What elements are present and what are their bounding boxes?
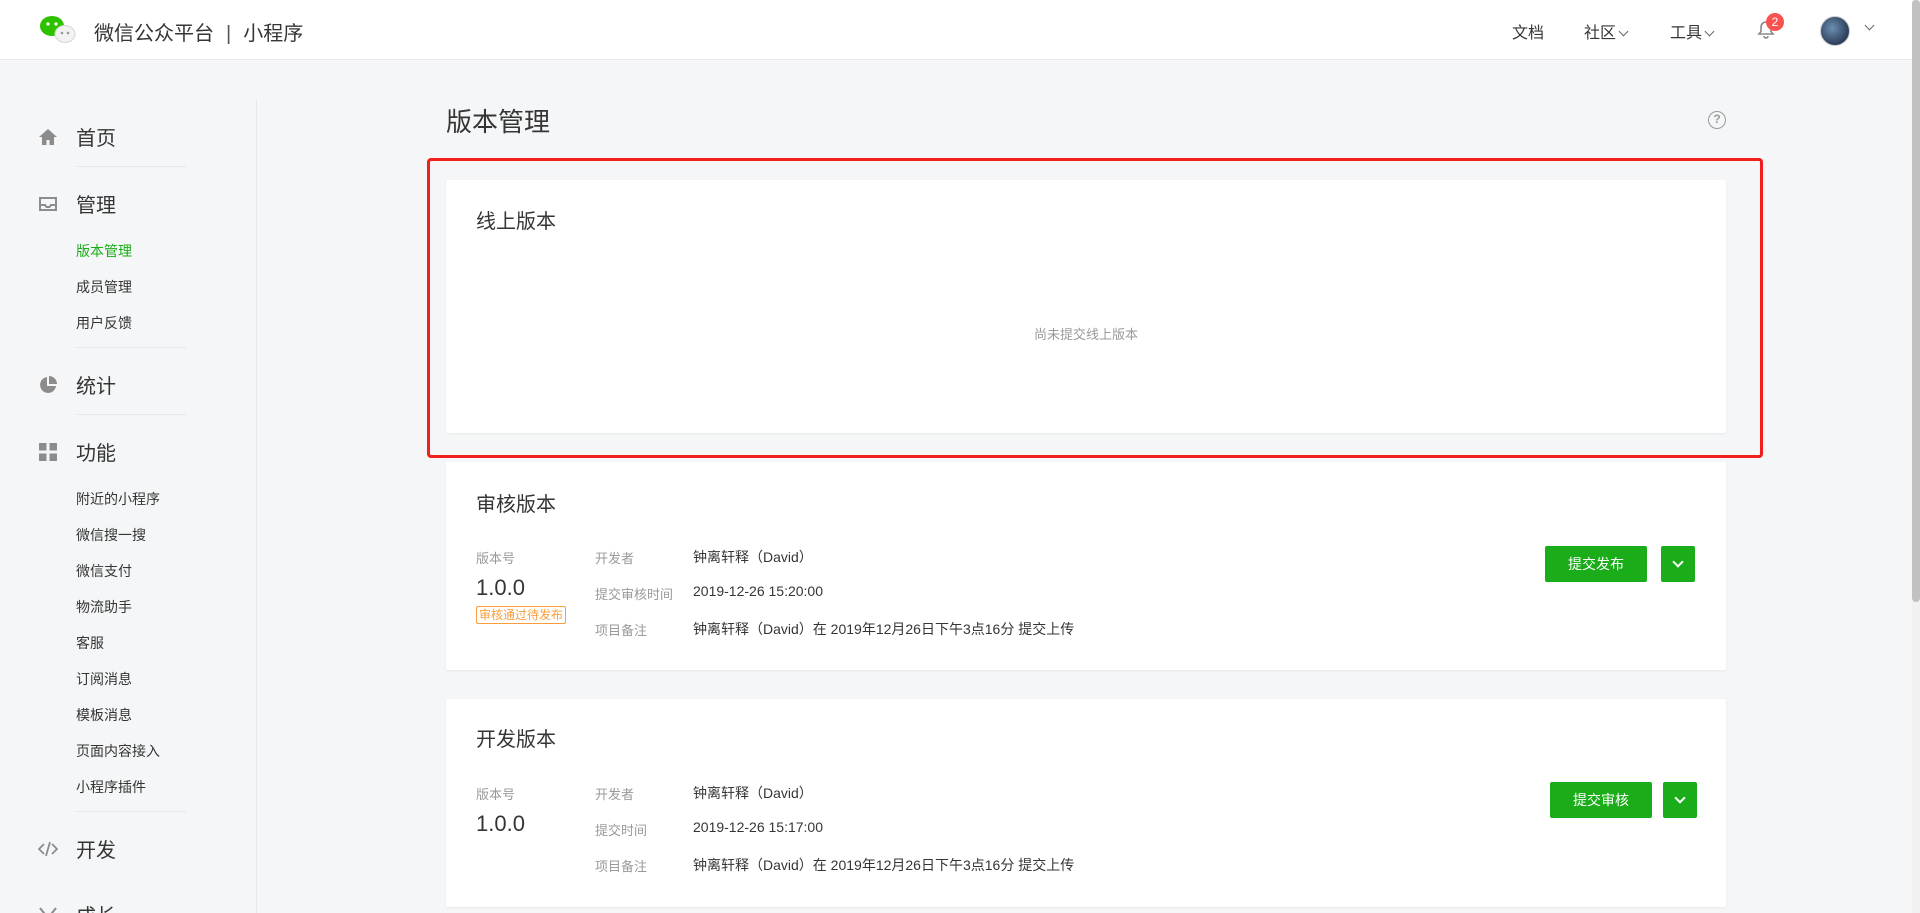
sidebar-divider: [76, 166, 186, 167]
grid-icon: [38, 442, 58, 462]
sidebar-item-user-feedback[interactable]: 用户反馈: [76, 313, 132, 333]
sidebar-item-stats[interactable]: 统计: [38, 370, 116, 399]
chevron-down-icon: [1618, 26, 1629, 37]
page-scrollbar[interactable]: [1912, 0, 1920, 913]
page-title: 版本管理: [446, 107, 551, 137]
empty-tip: 尚未提交线上版本: [1033, 327, 1138, 342]
inbox-icon: [38, 194, 58, 214]
sidebar-item-subscribe-msg[interactable]: 订阅消息: [76, 669, 132, 689]
sidebar-item-label: 首页: [76, 128, 116, 150]
nav-tools-label: 工具: [1670, 25, 1703, 42]
home-icon: [38, 127, 58, 147]
submit-review-button[interactable]: 提交审核: [1550, 782, 1652, 818]
more-actions-button[interactable]: [1661, 546, 1695, 582]
dev-version-card: 开发版本 版本号 1.0.0 开发者 钟离轩释（David） 提交时间 2019…: [446, 699, 1726, 907]
publish-button[interactable]: 提交发布: [1545, 546, 1647, 582]
submit-time-label: 提交审核时间: [595, 587, 674, 602]
avatar[interactable]: [1820, 16, 1850, 46]
note-value: 钟离轩释（David）在 2019年12月26日下午3点16分 提交上传: [693, 621, 1075, 637]
note-label: 项目备注: [595, 623, 648, 638]
card-title: 线上版本: [476, 211, 556, 233]
nav-docs[interactable]: 文档: [1512, 19, 1544, 43]
sidebar-item-home[interactable]: 首页: [38, 122, 116, 151]
sidebar-divider: [76, 414, 186, 415]
sidebar-divider: [76, 347, 186, 348]
pie-chart-icon: [38, 375, 58, 395]
chevron-down-icon: [1674, 792, 1686, 804]
version-number: 1.0.0: [476, 575, 525, 600]
card-title: 审核版本: [476, 494, 556, 516]
top-bar: 微信公众平台 | 小程序 文档 社区 工具 2: [0, 0, 1920, 60]
online-version-card: 线上版本 尚未提交线上版本: [446, 180, 1726, 433]
sidebar-item-page-content[interactable]: 页面内容接入: [76, 741, 160, 761]
status-badge: 审核通过待发布: [476, 606, 567, 624]
nav-tools[interactable]: 工具: [1670, 19, 1715, 43]
wechat-logo-icon[interactable]: [38, 13, 76, 45]
sidebar-divider: [76, 811, 186, 812]
note-value: 钟离轩释（David）在 2019年12月26日下午3点16分 提交上传: [693, 857, 1075, 873]
sidebar-item-nearby[interactable]: 附近的小程序: [76, 489, 160, 509]
review-version-card: 审核版本 版本号 1.0.0 审核通过待发布 开发者 钟离轩释（David） 提…: [446, 462, 1726, 670]
sidebar-divider: [256, 100, 257, 913]
developer-value: 钟离轩释（David）: [693, 549, 813, 565]
version-label: 版本号: [476, 551, 516, 566]
chevron-down-icon[interactable]: [1864, 20, 1875, 31]
notification-badge: 2: [1766, 13, 1784, 31]
sidebar-item-version-manage[interactable]: 版本管理: [76, 241, 132, 261]
brand-name: 微信公众平台: [94, 23, 214, 45]
nav-community[interactable]: 社区: [1584, 19, 1629, 43]
scrollbar-thumb[interactable]: [1912, 0, 1920, 602]
sidebar-item-label: 开发: [76, 840, 116, 862]
version-number: 1.0.0: [476, 811, 525, 836]
sidebar-item-features[interactable]: 功能: [38, 437, 116, 466]
sidebar-item-develop[interactable]: 开发: [38, 834, 116, 863]
submit-time-label: 提交时间: [595, 823, 648, 838]
brand-title[interactable]: 微信公众平台 | 小程序: [94, 17, 303, 46]
more-actions-button[interactable]: [1663, 782, 1697, 818]
sidebar-item-member-manage[interactable]: 成员管理: [76, 277, 132, 297]
card-title: 开发版本: [476, 729, 556, 751]
chevron-down-icon: [1704, 26, 1715, 37]
product-name: 小程序: [243, 23, 304, 45]
code-icon: [38, 839, 58, 859]
nav-community-label: 社区: [1584, 25, 1617, 42]
sidebar-item-search[interactable]: 微信搜一搜: [76, 525, 146, 545]
sidebar-item-logistics[interactable]: 物流助手: [76, 597, 132, 617]
developer-label: 开发者: [595, 551, 635, 566]
chevron-down-icon: [1672, 556, 1684, 568]
growth-icon: [38, 905, 58, 913]
sidebar-item-growth[interactable]: 成长: [38, 900, 116, 913]
help-icon[interactable]: ?: [1708, 111, 1726, 129]
sidebar-item-manage[interactable]: 管理: [38, 189, 116, 218]
note-label: 项目备注: [595, 859, 648, 874]
submit-time-value: 2019-12-26 15:20:00: [693, 583, 823, 599]
sidebar-item-label: 成长: [76, 900, 116, 913]
sidebar-item-label: 统计: [76, 376, 116, 398]
sidebar-item-label: 功能: [76, 443, 116, 465]
submit-time-value: 2019-12-26 15:17:00: [693, 819, 823, 835]
sidebar-item-label: 管理: [76, 195, 116, 217]
developer-value: 钟离轩释（David）: [693, 785, 813, 801]
developer-label: 开发者: [595, 787, 635, 802]
sidebar-item-plugins[interactable]: 小程序插件: [76, 777, 146, 797]
sidebar-item-template-msg[interactable]: 模板消息: [76, 705, 132, 725]
sidebar-item-pay[interactable]: 微信支付: [76, 561, 132, 581]
brand-separator: |: [226, 23, 232, 45]
sidebar-item-customer-service[interactable]: 客服: [76, 633, 104, 653]
version-label: 版本号: [476, 787, 516, 802]
